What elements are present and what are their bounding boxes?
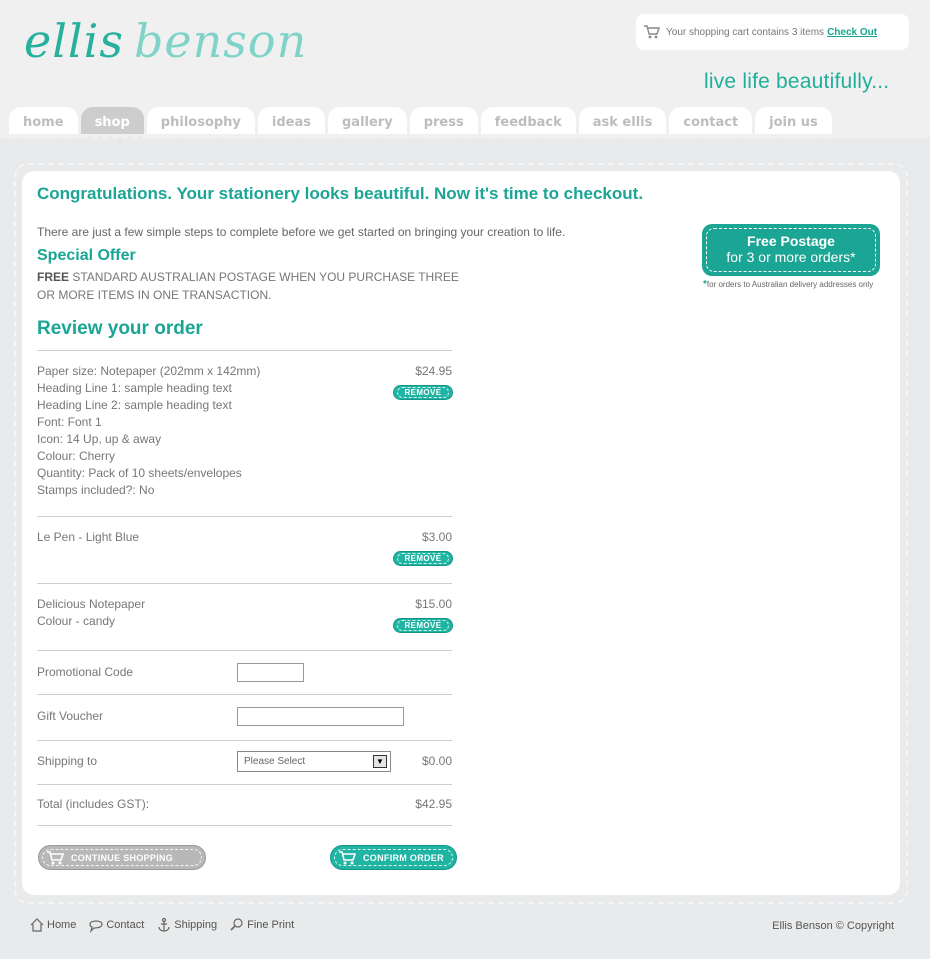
item-1-line: Quantity: Pack of 10 sheets/envelopes: [37, 466, 242, 480]
special-offer-text: FREE STANDARD AUSTRALIAN POSTAGE WHEN YO…: [37, 268, 467, 304]
gift-voucher-input[interactable]: [237, 707, 404, 726]
cart-icon: [644, 25, 660, 39]
promo-code-label: Promotional Code: [37, 665, 134, 679]
tagline: live life beautifully...: [704, 70, 890, 93]
item-1-line: Font: Font 1: [37, 415, 102, 429]
item-1-line: Paper size: Notepaper (202mm x 142mm): [37, 364, 261, 378]
speech-bubble-icon: [89, 920, 103, 933]
divider: [37, 350, 452, 351]
postage-note-text: for orders to Australian delivery addres…: [706, 280, 874, 289]
item-3-line: Colour - candy: [37, 614, 116, 628]
magnifier-icon: [230, 918, 243, 931]
copyright: Ellis Benson © Copyright: [772, 920, 894, 932]
order-item-1: Paper size: Notepaper (202mm x 142mm) He…: [37, 363, 260, 499]
special-offer-body: STANDARD AUSTRALIAN POSTAGE WHEN YOU PUR…: [37, 270, 459, 302]
main-nav: home shop philosophy ideas gallery press…: [9, 107, 835, 137]
order-item-2: Le Pen - Light Blue: [37, 529, 139, 546]
postage-note: *for orders to Australian delivery addre…: [703, 279, 873, 290]
tab-join-us[interactable]: join us: [755, 107, 832, 137]
total-value: $42.95: [415, 797, 452, 811]
divider: [37, 694, 452, 695]
continue-shopping-button[interactable]: CONTINUE SHOPPING: [38, 845, 206, 870]
cart-icon: [339, 850, 357, 864]
item-2-price: $3.00: [421, 530, 452, 544]
logo-ellis: ellis: [24, 14, 124, 68]
continue-shopping-label: CONTINUE SHOPPING: [71, 852, 174, 863]
anchor-icon: [158, 917, 170, 932]
footer-link-shipping[interactable]: Shipping: [156, 917, 217, 933]
divider: [37, 825, 452, 826]
promo-code-input[interactable]: [237, 663, 304, 682]
divider: [37, 650, 452, 651]
divider: [37, 740, 452, 741]
item-1-line: Icon: 14 Up, up & away: [37, 432, 162, 446]
remove-item-2-button[interactable]: REMOVE: [393, 551, 453, 566]
free-postage-badge: Free Postage for 3 or more orders*: [702, 224, 880, 276]
confirm-order-label: CONFIRM ORDER: [363, 852, 444, 863]
tab-contact[interactable]: contact: [669, 107, 753, 137]
item-3-price: $15.00: [415, 597, 452, 611]
page-headline: Congratulations. Your stationery looks b…: [37, 184, 644, 203]
checkout-link[interactable]: Check Out: [827, 27, 877, 38]
footer-link-label: Home: [47, 919, 77, 931]
special-offer-title: Special Offer: [37, 247, 136, 264]
cart-text: Your shopping cart contains 3 items: [666, 26, 825, 38]
footer-link-home[interactable]: Home: [29, 917, 76, 933]
item-1-line: Heading Line 1: sample heading text: [37, 381, 232, 395]
remove-item-3-button[interactable]: REMOVE: [393, 618, 453, 633]
tab-ask-ellis[interactable]: ask ellis: [578, 107, 667, 137]
remove-label: REMOVE: [397, 553, 449, 564]
footer-link-label: Contact: [106, 919, 145, 931]
item-1-line: Heading Line 2: sample heading text: [37, 398, 232, 412]
scallop-divider: [0, 134, 930, 144]
badge-line-2: for 3 or more orders*: [726, 249, 856, 265]
divider: [37, 516, 452, 517]
item-1-line: Stamps included?: No: [37, 483, 155, 497]
total-label: Total (includes GST):: [37, 797, 150, 811]
intro-text: There are just a few simple steps to com…: [37, 225, 566, 239]
review-order-title: Review your order: [37, 318, 203, 339]
remove-label: REMOVE: [397, 620, 449, 631]
footer-link-fine-print[interactable]: Fine Print: [229, 917, 294, 933]
tab-press[interactable]: press: [409, 107, 478, 137]
tab-philosophy[interactable]: philosophy: [146, 107, 255, 137]
badge-line-1: Free Postage: [747, 233, 835, 249]
home-icon: [30, 918, 44, 932]
item-2-line: Le Pen - Light Blue: [37, 530, 140, 544]
item-1-price: $24.95: [415, 364, 452, 378]
item-1-line: Colour: Cherry: [37, 449, 116, 463]
tab-home[interactable]: home: [9, 107, 78, 137]
footer-link-contact[interactable]: Contact: [88, 917, 144, 933]
shipping-label: Shipping to: [37, 754, 98, 768]
cart-icon: [47, 850, 65, 864]
gift-voucher-label: Gift Voucher: [37, 709, 104, 723]
cart-summary: Your shopping cart contains 3 items Chec…: [636, 14, 909, 50]
divider: [37, 784, 452, 785]
site-header: ellis benson Your shopping cart contains …: [0, 0, 930, 138]
shipping-price: $0.00: [421, 754, 452, 768]
confirm-order-button[interactable]: CONFIRM ORDER: [330, 845, 457, 870]
tab-shop[interactable]: shop: [80, 107, 144, 137]
logo-benson: benson: [133, 14, 308, 68]
item-3-line: Delicious Notepaper: [37, 597, 146, 611]
divider: [37, 583, 452, 584]
special-offer-bold: FREE: [37, 270, 70, 284]
remove-label: REMOVE: [397, 387, 449, 398]
remove-item-1-button[interactable]: REMOVE: [393, 385, 453, 400]
tab-feedback[interactable]: feedback: [480, 107, 576, 137]
footer-link-label: Shipping: [174, 919, 218, 931]
footer-nav: Home Contact Shipping Fine Print: [29, 917, 306, 933]
tab-ideas[interactable]: ideas: [257, 107, 325, 137]
footer-link-label: Fine Print: [247, 919, 295, 931]
shipping-selected-value: Please Select: [244, 756, 306, 767]
tab-gallery[interactable]: gallery: [328, 107, 407, 137]
order-item-3: Delicious Notepaper Colour - candy: [37, 596, 145, 630]
site-logo[interactable]: ellis benson: [24, 14, 307, 68]
